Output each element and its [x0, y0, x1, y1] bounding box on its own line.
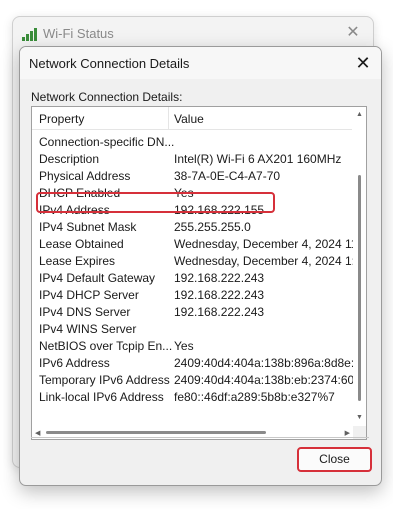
list-header: Property Value [32, 107, 352, 130]
close-button[interactable]: Close [297, 447, 372, 472]
row-property: Description [39, 152, 100, 166]
vertical-scroll-thumb[interactable] [358, 175, 361, 401]
horizontal-scroll-thumb[interactable] [46, 431, 266, 434]
row-value: 192.168.222.243 [174, 305, 265, 319]
row-value: Yes [174, 339, 194, 353]
row-value: 192.168.222.243 [174, 288, 265, 302]
scroll-down-icon[interactable]: ▼ [356, 414, 363, 421]
list-row[interactable]: Temporary IPv6 Address 2409:40d4:404a:138… [32, 372, 366, 389]
list-row[interactable]: IPv6 Address 2409:40d4:404a:138b:896a:8d8… [32, 355, 366, 372]
row-value: Wednesday, December 4, 2024 11:1 [174, 237, 367, 251]
column-header-property[interactable]: Property [39, 112, 84, 126]
row-property: NetBIOS over Tcpip En... [39, 339, 173, 353]
scroll-left-icon[interactable]: ◀ [35, 429, 40, 437]
row-property: IPv4 DHCP Server [39, 288, 139, 302]
scroll-up-icon[interactable]: ▲ [356, 111, 363, 118]
row-value: 38-7A-0E-C4-A7-70 [174, 169, 281, 183]
wifi-status-title: Wi-Fi Status [43, 26, 114, 41]
vertical-scrollbar[interactable]: ▲ ▼ [353, 107, 366, 425]
list-row[interactable]: IPv4 Subnet Mask 255.255.255.0 [32, 219, 352, 236]
dialog-titlebar: Network Connection Details ✕ [20, 47, 381, 79]
wifi-status-close-icon[interactable]: ✕ [343, 23, 363, 43]
dialog-close-icon[interactable]: ✕ [351, 52, 375, 74]
row-property: IPv4 WINS Server [39, 322, 137, 336]
network-connection-details-dialog: Network Connection Details ✕ Network Con… [19, 46, 382, 486]
row-property: IPv6 Address [39, 356, 110, 370]
row-value: Wednesday, December 4, 2024 1:49 [174, 254, 367, 268]
list-row[interactable]: NetBIOS over Tcpip En... Yes [32, 338, 352, 355]
row-property: IPv4 Subnet Mask [39, 220, 137, 234]
list-row[interactable]: IPv4 Default Gateway 192.168.222.243 [32, 270, 352, 287]
row-value: 255.255.255.0 [174, 220, 251, 234]
physical-address-highlight [36, 192, 275, 213]
footer-divider [31, 437, 369, 438]
dialog-title: Network Connection Details [29, 56, 190, 71]
row-value: 2409:40d4:404a:138b:eb:2374:60d1: [174, 373, 367, 387]
row-value: fe80::46df:a289:5b8b:e327%7 [174, 390, 335, 404]
row-property: Connection-specific DN... [39, 135, 175, 149]
list-row[interactable]: Connection-specific DN... [32, 134, 352, 151]
row-property: Temporary IPv6 Address [39, 373, 170, 387]
row-property: Lease Expires [39, 254, 116, 268]
list-row[interactable]: Link-local IPv6 Address fe80::46df:a289:5… [32, 389, 352, 406]
column-header-value[interactable]: Value [174, 112, 204, 126]
row-property: Link-local IPv6 Address [39, 390, 164, 404]
row-property: IPv4 Default Gateway [39, 271, 156, 285]
list-row[interactable]: Lease Expires Wednesday, December 4, 2024… [32, 253, 366, 270]
row-property: Physical Address [39, 169, 131, 183]
row-value: 2409:40d4:404a:138b:896a:8d8e:357 [174, 356, 367, 370]
wifi-status-titlebar: Wi-Fi Status ✕ [13, 17, 373, 49]
wifi-signal-icon [21, 27, 39, 41]
list-row[interactable]: Description Intel(R) Wi-Fi 6 AX201 160MHz [32, 151, 352, 168]
row-value: 192.168.222.243 [174, 271, 265, 285]
details-caption: Network Connection Details: [31, 90, 183, 104]
row-property: Lease Obtained [39, 237, 124, 251]
row-value: Intel(R) Wi-Fi 6 AX201 160MHz [174, 152, 342, 166]
list-row[interactable]: Lease Obtained Wednesday, December 4, 202… [32, 236, 366, 253]
row-property: IPv4 DNS Server [39, 305, 131, 319]
scroll-right-icon[interactable]: ▶ [345, 429, 350, 437]
column-separator[interactable] [168, 107, 169, 129]
list-row[interactable]: IPv4 WINS Server [32, 321, 352, 338]
details-list[interactable]: Property Value Connection-specific DN...… [31, 106, 367, 440]
list-row[interactable]: IPv4 DNS Server 192.168.222.243 [32, 304, 352, 321]
list-row[interactable]: IPv4 DHCP Server 192.168.222.243 [32, 287, 352, 304]
list-rows: Connection-specific DN... Description Int… [32, 134, 366, 406]
list-row[interactable]: Physical Address 38-7A-0E-C4-A7-70 [32, 168, 352, 185]
